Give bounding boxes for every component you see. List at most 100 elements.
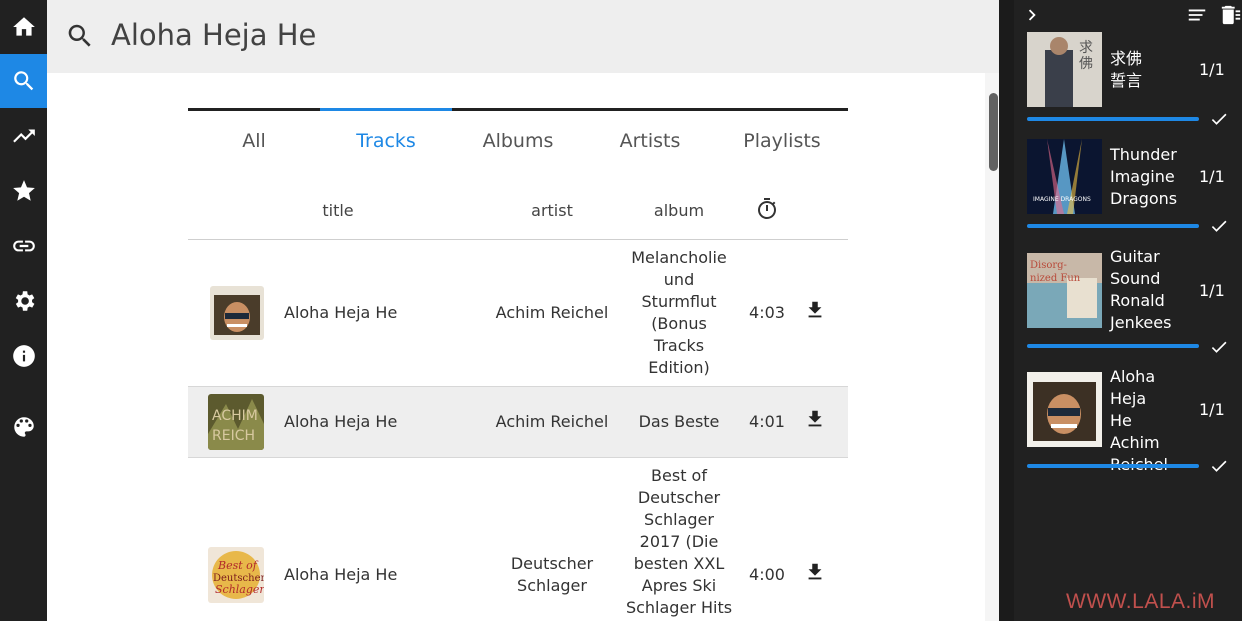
queue-line: Sound [1110,269,1161,288]
queue-cover: 求 佛 [1027,32,1102,107]
album-line: Tracks [653,336,705,355]
svg-text:nized Fun: nized Fun [1030,273,1081,284]
tab-artists[interactable]: Artists [584,111,716,176]
queue-panel-edge [999,0,1014,621]
table-row[interactable]: Aloha Heja He Achim Reichel Melancholie … [188,240,848,387]
album-line: besten XXL [633,554,725,573]
queue-line: 求佛 [1110,49,1143,68]
download-icon [808,563,822,580]
svg-text:IMAGINE DRAGONS: IMAGINE DRAGONS [1033,196,1091,203]
download-button[interactable] [804,299,826,321]
chevron-right-icon [1028,9,1036,21]
star-icon [12,180,35,201]
queue-item[interactable]: 求 佛 求佛 誓言 1/1 [1027,32,1231,132]
queue-item[interactable]: IMAGINE DRAGONS Thunder Imagine Dragons … [1027,139,1231,239]
left-nav [0,0,47,621]
check-icon [1209,216,1229,236]
queue-line: He [1110,411,1132,430]
artist-line: Schlager [517,576,587,595]
queue-progress-bar [1027,464,1199,468]
svg-text:Best of: Best of [217,559,259,572]
queue-line: Aloha Heja [1110,367,1156,408]
result-tabs: All Tracks Albums Artists Playlists [188,108,848,176]
column-artist[interactable]: artist [492,201,612,220]
queue-line: 誓言 [1110,71,1143,90]
scrollbar-thumb[interactable] [989,93,998,171]
clear-queue-button[interactable] [1220,4,1242,26]
nav-search[interactable] [0,54,47,108]
queue-count: 1/1 [1199,167,1225,186]
nav-link[interactable] [0,219,47,273]
nav-home[interactable] [0,0,47,54]
queue-item-text: Aloha Heja He Achim Reichel [1110,366,1196,476]
sort-lines-icon [1188,9,1206,21]
stopwatch-icon [758,198,777,220]
queue-line: Imagine [1110,167,1175,186]
queue-line: Jenkees [1110,313,1172,332]
queue-item-text: Guitar Sound Ronald Jenkees [1110,246,1196,334]
column-duration[interactable] [755,197,779,225]
trash-list-icon [1221,5,1241,25]
download-button[interactable] [804,408,826,430]
check-icon [1209,456,1229,476]
collapse-queue-button[interactable] [1021,4,1043,26]
svg-text:佛: 佛 [1079,56,1093,72]
tab-all[interactable]: All [188,111,320,176]
queue-line: Guitar [1110,247,1160,266]
queue-progress-bar [1027,117,1199,121]
check-icon [1209,337,1229,357]
download-button[interactable] [804,561,826,583]
column-title[interactable]: title [278,201,398,220]
track-duration: 4:01 [749,412,785,431]
album-line: Schlager [644,510,714,529]
queue-line: Dragons [1110,189,1178,208]
track-album[interactable]: Melancholie und Sturmflut (Bonus Tracks … [619,247,739,379]
nav-favorites[interactable] [0,164,47,218]
track-duration: 4:03 [749,303,785,322]
queue-list-button[interactable] [1186,4,1208,26]
download-icon [808,410,822,427]
tab-albums[interactable]: Albums [452,111,584,176]
track-album[interactable]: Best of Deutscher Schlager 2017 (Die bes… [619,465,739,619]
album-line: Deutscher [637,488,721,507]
queue-line: Achim [1110,433,1160,452]
search-icon [65,21,95,51]
queue-cover: IMAGINE DRAGONS [1027,139,1102,214]
table-row[interactable]: ACHIM REICH Aloha Heja He Achim Reichel … [188,387,848,458]
track-artist[interactable]: Achim Reichel [492,411,612,433]
album-cover: ACHIM REICH [208,394,264,450]
queue-line: Ronald [1110,291,1165,310]
queue-line: Thunder [1110,145,1177,164]
nav-info[interactable] [0,329,47,383]
app-root: All Tracks Albums Artists Playlists titl… [0,0,1242,621]
album-cover: Best of Deutscher Schlager [208,547,264,603]
search-input[interactable] [111,12,971,58]
album-line: Das Beste [638,412,720,431]
track-album[interactable]: Das Beste [619,411,739,433]
queue-item-text: Thunder Imagine Dragons [1110,144,1196,210]
album-line: Apres Ski [641,576,717,595]
tab-tracks[interactable]: Tracks [320,108,452,176]
track-title: Aloha Heja He [284,303,398,322]
nav-trending[interactable] [0,109,47,163]
album-line: Schlager Hits [625,598,733,617]
queue-cover [1027,372,1102,447]
column-album[interactable]: album [619,201,739,220]
track-artist[interactable]: Deutscher Schlager [492,553,612,597]
watermark: WWW.LALA.iM [1066,590,1216,613]
svg-text:求: 求 [1079,40,1093,56]
gear-icon [15,291,34,311]
queue-item[interactable]: Disorg- nized Fun Guitar Sound Ronald Je… [1027,247,1231,353]
search-header [47,0,999,73]
table-row[interactable]: Best of Deutscher Schlager Aloha Heja He… [188,458,848,621]
queue-item[interactable]: Aloha Heja He Achim Reichel 1/1 [1027,367,1231,477]
trending-up-icon [12,129,35,143]
tab-playlists[interactable]: Playlists [716,111,848,176]
nav-settings[interactable] [0,274,47,328]
nav-theme[interactable] [0,400,47,454]
queue-progress-bar [1027,344,1199,348]
track-artist[interactable]: Achim Reichel [492,302,612,324]
album-line: (Bonus [651,314,707,333]
album-line: 2017 (Die [639,532,719,551]
queue-item-text: 求佛 誓言 [1110,48,1196,92]
